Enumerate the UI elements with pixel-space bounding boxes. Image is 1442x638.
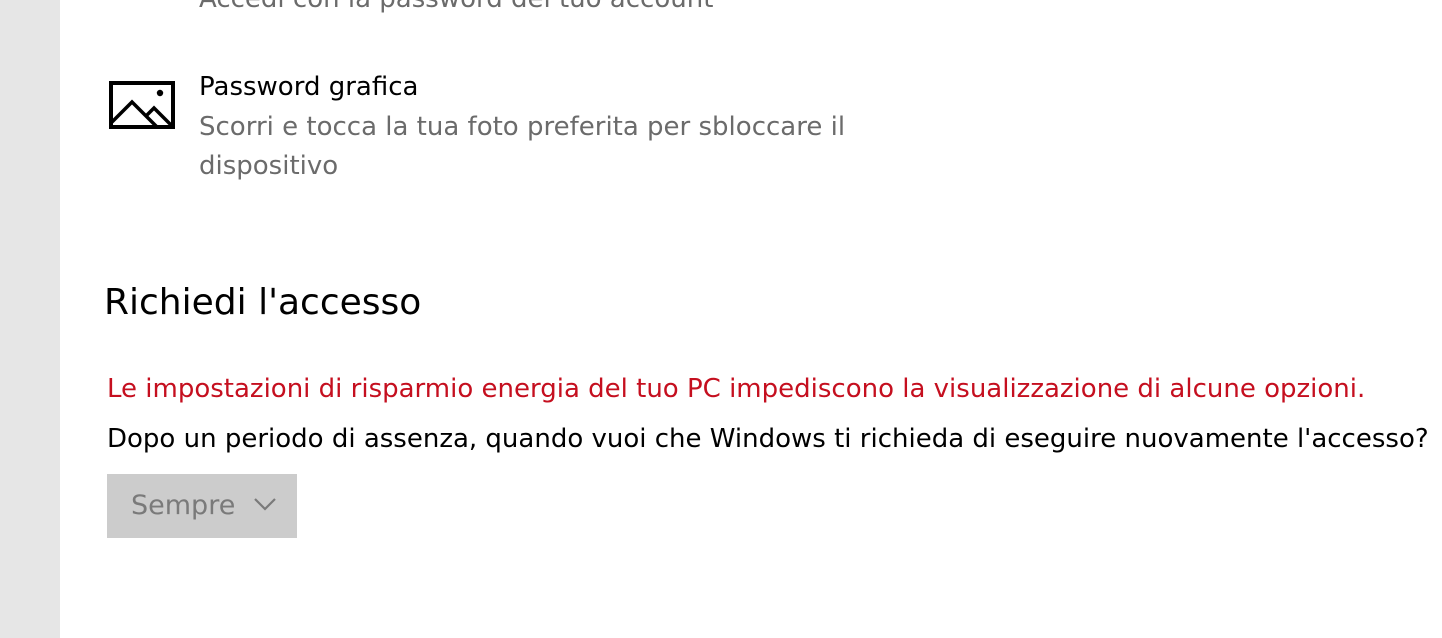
sidebar-strip: [0, 0, 60, 638]
power-settings-warning: Le impostazioni di risparmio energia del…: [107, 374, 1366, 404]
picture-icon: [108, 80, 178, 136]
signin-option-password-description: Accedi con la password del tuo account: [199, 0, 713, 19]
require-signin-question: Dopo un periodo di assenza, quando vuoi …: [107, 424, 1429, 454]
signin-option-picture-password-title: Password grafica: [199, 72, 419, 102]
key-icon: [108, 0, 148, 24]
signin-option-picture-password[interactable]: Password grafica Scorri e tocca la tua f…: [108, 70, 908, 190]
require-signin-dropdown-value: Sempre: [131, 490, 236, 521]
settings-content: Accedi con la password del tuo account P…: [60, 0, 1442, 638]
signin-option-password[interactable]: Accedi con la password del tuo account: [108, 0, 908, 20]
section-title-require-signin: Richiedi l'accesso: [104, 282, 422, 323]
require-signin-dropdown[interactable]: Sempre: [107, 474, 297, 538]
signin-option-picture-password-description: Scorri e tocca la tua foto preferita per…: [199, 112, 846, 181]
chevron-down-icon: [253, 496, 277, 516]
